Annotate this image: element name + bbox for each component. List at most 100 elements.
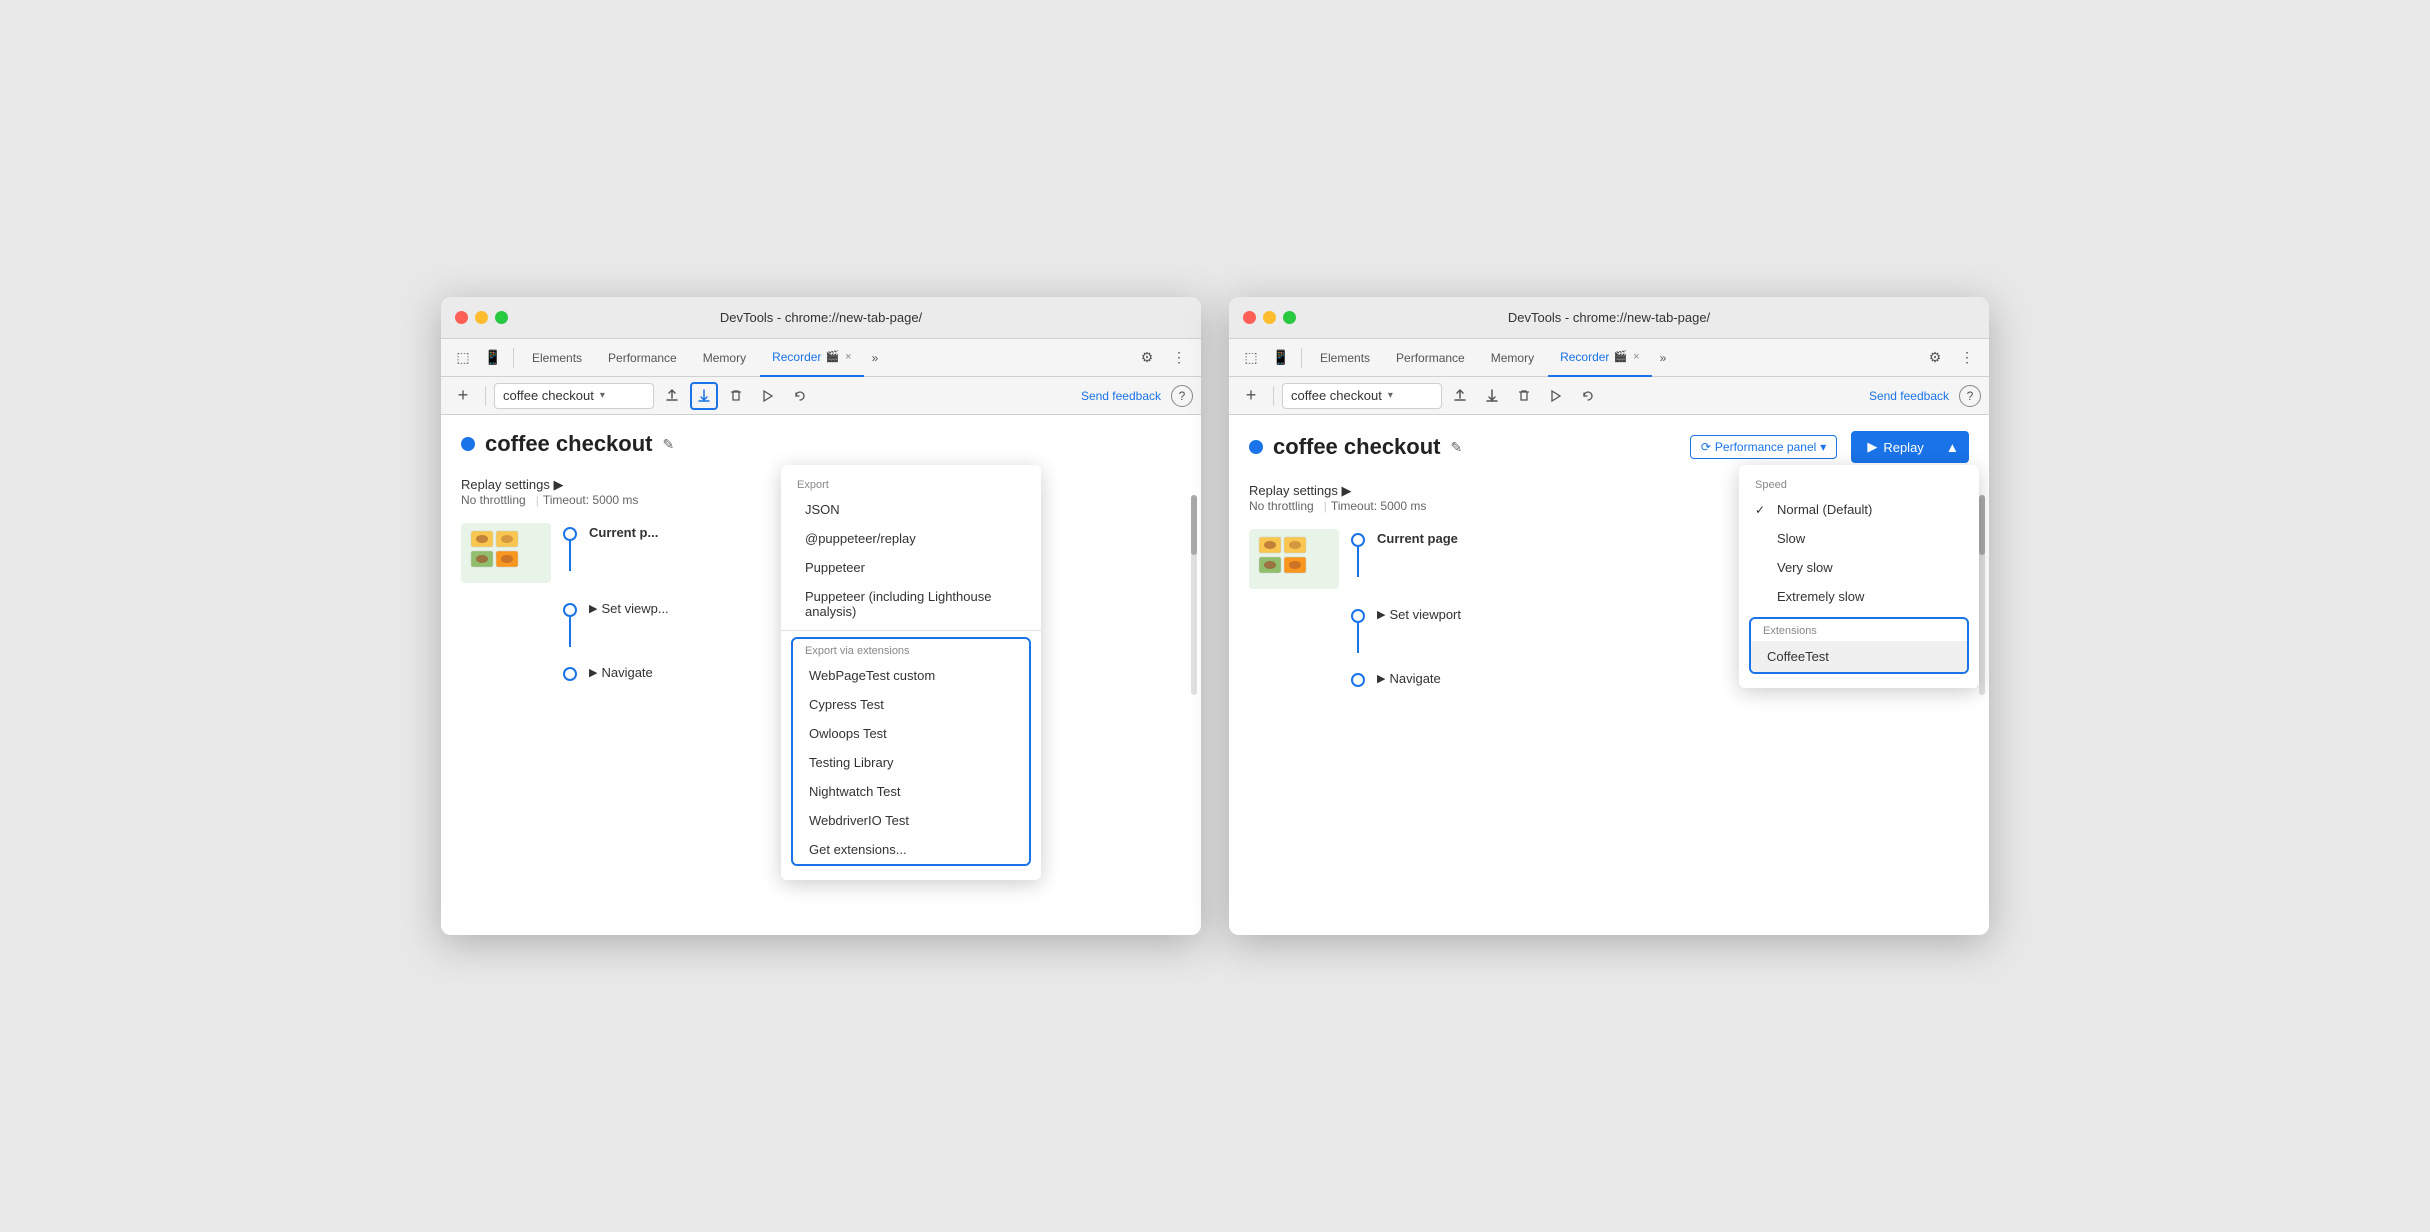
right-toolbar: + coffee checkout ▾ Send feedback ? <box>1229 377 1989 415</box>
right-help-button[interactable]: ? <box>1959 385 1981 407</box>
left-tab-recorder[interactable]: Recorder 🎬 × <box>760 339 864 377</box>
right-settings-icon[interactable]: ⚙ <box>1921 344 1949 372</box>
left-device-icon[interactable]: 📱 <box>479 344 507 372</box>
right-step-line-2 <box>1357 623 1359 653</box>
right-scrollbar-thumb[interactable] <box>1979 495 1985 555</box>
left-scrollbar-thumb[interactable] <box>1191 495 1197 555</box>
right-upload-button[interactable] <box>1446 382 1474 410</box>
right-tab-performance[interactable]: Performance <box>1384 339 1477 377</box>
right-perf-panel-button[interactable]: ⟳ Performance panel ▾ <box>1690 435 1837 459</box>
right-minimize-button[interactable] <box>1263 311 1276 324</box>
left-scrollbar[interactable] <box>1191 495 1197 695</box>
left-recording-status-dot <box>461 437 475 451</box>
left-add-recording-button[interactable]: + <box>449 382 477 410</box>
right-perf-panel-icon: ⟳ <box>1701 440 1711 454</box>
left-send-feedback-button[interactable]: Send feedback <box>1075 389 1167 403</box>
right-recording-selector[interactable]: coffee checkout ▾ <box>1282 383 1442 409</box>
maximize-button[interactable] <box>495 311 508 324</box>
left-tab-more[interactable]: » <box>866 351 885 365</box>
left-play-button[interactable] <box>754 382 782 410</box>
left-tab-memory[interactable]: Memory <box>691 339 758 377</box>
right-maximize-button[interactable] <box>1283 311 1296 324</box>
left-tab-elements[interactable]: Elements <box>520 339 594 377</box>
right-undo-button[interactable] <box>1574 382 1602 410</box>
left-settings-icon[interactable]: ⚙ <box>1133 344 1161 372</box>
left-edit-title-icon[interactable]: ✎ <box>663 436 675 453</box>
right-replay-main-button[interactable]: ▶ Replay <box>1853 433 1937 461</box>
left-step-navigate-label[interactable]: ▶ Navigate <box>589 663 653 680</box>
right-device-icon[interactable]: 📱 <box>1267 344 1295 372</box>
right-more-menu-icon[interactable]: ⋮ <box>1953 344 1981 372</box>
right-main-content: coffee checkout ✎ ⟳ Performance panel ▾ … <box>1229 415 1989 935</box>
right-tab-recorder[interactable]: Recorder 🎬 × <box>1548 339 1652 377</box>
left-export-via-section: Export via extensions WebPageTest custom… <box>791 637 1031 866</box>
left-upload-button[interactable] <box>658 382 686 410</box>
close-button[interactable] <box>455 311 468 324</box>
left-tab-divider <box>513 348 514 368</box>
right-tab-memory[interactable]: Memory <box>1479 339 1546 377</box>
right-speed-very-slow[interactable]: Very slow <box>1739 553 1979 582</box>
right-tab-recorder-close[interactable]: × <box>1633 351 1639 363</box>
right-add-recording-button[interactable]: + <box>1237 382 1265 410</box>
right-inspector-icon[interactable]: ⬚ <box>1237 344 1265 372</box>
left-step-label-current: Current p... <box>589 523 658 540</box>
left-export-puppeteer[interactable]: Puppeteer <box>781 553 1041 582</box>
right-tab-bar: ⬚ 📱 Elements Performance Memory Recorder… <box>1229 339 1989 377</box>
right-step-set-viewport-label[interactable]: ▶ Set viewport <box>1377 605 1461 622</box>
left-export-webpagetest[interactable]: WebPageTest custom <box>793 661 1029 690</box>
left-devtools-window: DevTools - chrome://new-tab-page/ ⬚ 📱 El… <box>441 297 1201 935</box>
left-step-dot-1 <box>563 527 577 541</box>
left-step-set-viewport-label[interactable]: ▶ Set viewp... <box>589 599 669 616</box>
left-download-button[interactable] <box>690 382 718 410</box>
left-step-dot-3 <box>563 667 577 681</box>
left-undo-button[interactable] <box>786 382 814 410</box>
left-help-button[interactable]: ? <box>1171 385 1193 407</box>
right-download-button[interactable] <box>1478 382 1506 410</box>
right-tab-elements[interactable]: Elements <box>1308 339 1382 377</box>
left-more-menu-icon[interactable]: ⋮ <box>1165 344 1193 372</box>
left-export-testing-library[interactable]: Testing Library <box>793 748 1029 777</box>
left-export-owloops[interactable]: Owloops Test <box>793 719 1029 748</box>
right-delete-button[interactable] <box>1510 382 1538 410</box>
right-send-feedback-button[interactable]: Send feedback <box>1863 389 1955 403</box>
left-export-puppeteer-replay[interactable]: @puppeteer/replay <box>781 524 1041 553</box>
left-recording-selector[interactable]: coffee checkout ▾ <box>494 383 654 409</box>
right-title-bar: DevTools - chrome://new-tab-page/ <box>1229 297 1989 339</box>
right-perf-panel-chevron-icon: ▾ <box>1820 440 1826 454</box>
right-coffeetest-item[interactable]: CoffeeTest <box>1751 641 1967 672</box>
right-play-button[interactable] <box>1542 382 1570 410</box>
right-timeline-connector-3 <box>1351 669 1365 687</box>
right-toolbar-divider <box>1273 386 1274 406</box>
right-speed-extremely-slow[interactable]: Extremely slow <box>1739 582 1979 611</box>
left-export-puppeteer-lighthouse[interactable]: Puppeteer (including Lighthouse analysis… <box>781 582 1041 626</box>
right-edit-title-icon[interactable]: ✎ <box>1451 439 1463 456</box>
left-delete-button[interactable] <box>722 382 750 410</box>
right-replay-dropdown-button[interactable]: ▲ <box>1938 433 1967 461</box>
right-tab-more[interactable]: » <box>1654 351 1673 365</box>
left-toolbar: + coffee checkout ▾ Send feedback ? <box>441 377 1201 415</box>
right-speed-slow[interactable]: Slow <box>1739 524 1979 553</box>
left-tab-right-icons: ⚙ ⋮ <box>1133 344 1193 372</box>
left-export-label: Export <box>781 473 1041 495</box>
right-tab-right-icons: ⚙ ⋮ <box>1921 344 1981 372</box>
left-toolbar-divider <box>485 386 486 406</box>
left-tab-performance[interactable]: Performance <box>596 339 689 377</box>
minimize-button[interactable] <box>475 311 488 324</box>
right-step-navigate-label[interactable]: ▶ Navigate <box>1377 669 1441 686</box>
left-export-json[interactable]: JSON <box>781 495 1041 524</box>
right-extensions-label: Extensions <box>1751 619 1967 641</box>
left-inspector-icon[interactable]: ⬚ <box>449 344 477 372</box>
right-step-dot-2 <box>1351 609 1365 623</box>
right-replay-chevron-icon: ▲ <box>1946 440 1959 455</box>
right-close-button[interactable] <box>1243 311 1256 324</box>
right-step-line-1 <box>1357 547 1359 577</box>
left-export-webdriverio[interactable]: WebdriverIO Test <box>793 806 1029 835</box>
left-export-get-extensions[interactable]: Get extensions... <box>793 835 1029 864</box>
right-speed-normal[interactable]: ✓ Normal (Default) <box>1739 495 1979 524</box>
left-export-cypress[interactable]: Cypress Test <box>793 690 1029 719</box>
left-tab-recorder-close[interactable]: × <box>845 351 851 363</box>
right-replay-btn-group: ▶ Replay ▲ <box>1851 431 1969 463</box>
right-replay-play-icon: ▶ <box>1867 439 1877 455</box>
left-export-nightwatch[interactable]: Nightwatch Test <box>793 777 1029 806</box>
right-scrollbar[interactable] <box>1979 495 1985 695</box>
